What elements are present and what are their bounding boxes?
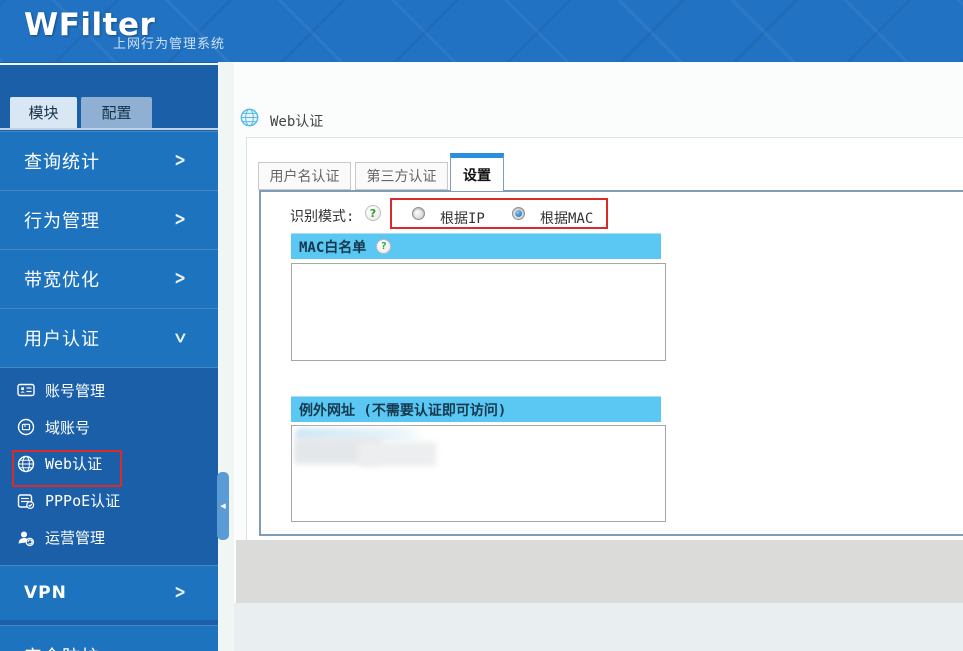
submenu-item-label: 域账号 [45, 418, 91, 437]
app-header: WFilter 上网行为管理系统 [0, 0, 963, 62]
sidebar-item-label: 带宽优化 [24, 270, 100, 291]
tab-panel-border [259, 190, 261, 536]
sidebar-item-bandwidth-opt[interactable]: 带宽优化 > [0, 249, 218, 308]
submenu-item-operations-mgmt[interactable]: 运营管理 [0, 519, 218, 556]
sidebar: 模块 配置 查询统计 > 行为管理 > 带宽优化 > 用户认证 > 账号管理 域… [0, 62, 218, 651]
sidebar-item-label: 安全防护 [24, 643, 100, 651]
user-auth-submenu: 账号管理 域账号 Web认证 PPPoE认证 运营管理 [0, 367, 218, 560]
main-content: Web认证 用户名认证 第三方认证 设置 识别模式: ? 根据IP 根据MAC … [218, 62, 963, 651]
content-left-gutter [218, 62, 234, 651]
mac-whitelist-title: MAC白名单 [299, 239, 367, 256]
sidebar-item-label: 行为管理 [24, 211, 100, 232]
submenu-item-account-mgmt[interactable]: 账号管理 [0, 372, 218, 409]
radio-by-mac-label[interactable]: 根据MAC [540, 208, 593, 228]
submenu-item-pppoe-auth[interactable]: PPPoE认证 [0, 482, 218, 519]
sidebar-item-security[interactable]: 安全防护 > [0, 625, 218, 651]
exception-urls-title: 例外网址 (不需要认证即可访问) [299, 402, 507, 419]
sidebar-tab-modules[interactable]: 模块 [10, 97, 77, 128]
submenu-item-label: 账号管理 [45, 381, 106, 400]
radio-by-ip-label[interactable]: 根据IP [440, 208, 485, 228]
sidebar-item-label: 用户认证 [24, 329, 100, 350]
submenu-item-label: Web认证 [45, 455, 103, 474]
recognition-mode-label: 识别模式: [290, 209, 355, 225]
mac-whitelist-textarea[interactable] [291, 263, 666, 361]
mac-whitelist-header: MAC白名单 ? [291, 233, 661, 259]
sidebar-item-query-stats[interactable]: 查询统计 > [0, 131, 218, 190]
help-icon[interactable]: ? [376, 239, 392, 254]
radio-by-ip[interactable] [412, 207, 425, 220]
submenu-item-web-auth[interactable]: Web认证 [0, 446, 218, 483]
operator-person-icon [16, 528, 36, 548]
help-icon[interactable]: ? [365, 205, 381, 221]
globe-icon [16, 454, 36, 474]
chevron-right-icon: > [174, 268, 186, 290]
tab-settings[interactable]: 设置 [450, 153, 504, 191]
app-subtitle: 上网行为管理系统 [113, 37, 226, 52]
page-title: Web认证 [270, 114, 324, 130]
sidebar-tabs-divider [0, 128, 218, 130]
exception-urls-textarea[interactable] [291, 425, 666, 522]
chevron-right-icon: > [174, 209, 186, 231]
content-footer-bar [236, 540, 963, 603]
sidebar-item-user-auth[interactable]: 用户认证 > [0, 308, 218, 367]
chevron-down-icon: > [169, 332, 191, 344]
submenu-item-domain-account[interactable]: 域账号 [0, 409, 218, 446]
tab-panel-border [259, 190, 963, 192]
sidebar-collapse-handle[interactable]: ◀ [217, 472, 229, 540]
pppoe-doc-check-icon [16, 491, 36, 511]
tab-panel-border [259, 534, 963, 536]
sidebar-item-behavior-mgmt[interactable]: 行为管理 > [0, 190, 218, 249]
sidebar-item-label: 查询统计 [24, 152, 100, 173]
tab-username-auth[interactable]: 用户名认证 [258, 162, 351, 190]
collapse-arrow-icon: ◀ [220, 502, 226, 510]
submenu-item-label: 运营管理 [45, 529, 106, 548]
content-bottom-background [234, 603, 963, 651]
chevron-right-icon: > [174, 582, 186, 604]
sidebar-item-vpn[interactable]: VPN > [0, 565, 218, 620]
submenu-item-label: PPPoE认证 [45, 492, 121, 511]
sidebar-tab-config[interactable]: 配置 [81, 97, 152, 128]
exception-urls-header: 例外网址 (不需要认证即可访问) [291, 396, 661, 422]
domain-account-icon [16, 417, 36, 437]
chevron-right-icon: > [174, 648, 186, 651]
tab-thirdparty-auth[interactable]: 第三方认证 [355, 162, 448, 190]
radio-by-mac[interactable] [512, 207, 525, 220]
chevron-right-icon: > [174, 150, 186, 172]
id-card-icon [16, 380, 36, 400]
sidebar-item-label: VPN [24, 583, 67, 603]
globe-icon [240, 108, 259, 127]
sidebar-top-divider [0, 63, 218, 65]
sidebar-tab-bar: 模块 配置 [0, 97, 218, 128]
